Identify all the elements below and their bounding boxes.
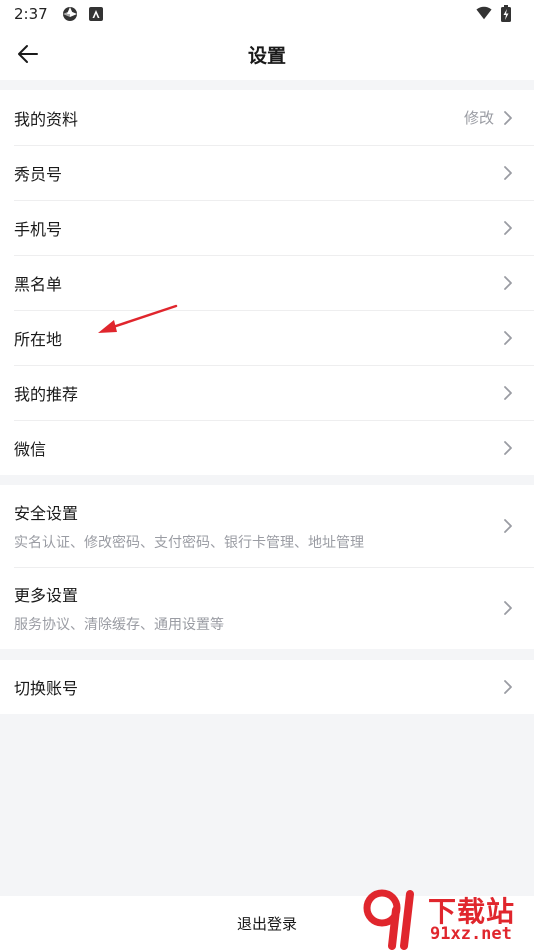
menu-item-label: 手机号: [14, 219, 63, 239]
menu-item-my-profile[interactable]: 我的资料 修改: [0, 90, 534, 145]
menu-item-label: 我的推荐: [14, 384, 79, 404]
status-time: 2:37: [14, 5, 48, 23]
arrow-left-icon: [18, 45, 38, 63]
menu-item-member-id[interactable]: 秀员号: [0, 145, 534, 200]
menu-item-description: 服务协议、清除缓存、通用设置等: [14, 617, 224, 633]
menu-item-my-referrals[interactable]: 我的推荐: [0, 365, 534, 420]
chevron-right-icon: [504, 275, 512, 290]
edit-hint: 修改: [463, 109, 494, 127]
watermark-domain: 91xz.net: [430, 924, 512, 944]
menu-item-wechat[interactable]: 微信: [0, 420, 534, 475]
chevron-right-icon: [504, 165, 512, 180]
chevron-right-icon: [504, 220, 512, 235]
menu-item-location[interactable]: 所在地: [0, 310, 534, 365]
menu-item-phone[interactable]: 手机号: [0, 200, 534, 255]
aperture-icon: [62, 6, 78, 22]
chevron-right-icon: [504, 680, 512, 694]
menu-item-description: 实名认证、修改密码、支付密码、银行卡管理、地址管理: [14, 535, 364, 551]
chevron-right-icon: [504, 519, 512, 533]
chevron-right-icon: [504, 330, 512, 345]
watermark: 下载站 91xz.net: [360, 888, 534, 950]
menu-item-label: 秀员号: [14, 164, 63, 184]
menu-item-security-settings[interactable]: 安全设置 实名认证、修改密码、支付密码、银行卡管理、地址管理: [0, 485, 534, 567]
menu-item-label: 安全设置: [14, 504, 79, 523]
status-bar: 2:37: [0, 0, 534, 28]
chevron-right-icon: [504, 440, 512, 455]
profile-settings-group: 我的资料 修改 秀员号 手机号 黑名单 所在地 我的推荐 微信: [0, 90, 534, 475]
chevron-right-icon: [504, 110, 512, 125]
menu-item-label: 切换账号: [14, 679, 79, 698]
menu-item-blacklist[interactable]: 黑名单: [0, 255, 534, 310]
menu-item-label: 微信: [14, 439, 47, 459]
back-button[interactable]: [12, 40, 42, 68]
menu-item-switch-account[interactable]: 切换账号: [0, 660, 534, 714]
app-notification-icon: [88, 6, 104, 22]
menu-item-label: 黑名单: [14, 274, 63, 294]
advanced-settings-group: 安全设置 实名认证、修改密码、支付密码、银行卡管理、地址管理 更多设置 服务协议…: [0, 485, 534, 649]
menu-item-label: 所在地: [14, 329, 63, 349]
watermark-logo-icon: [363, 889, 414, 950]
chevron-right-icon: [504, 385, 512, 400]
account-group: 切换账号: [0, 660, 534, 714]
menu-item-more-settings[interactable]: 更多设置 服务协议、清除缓存、通用设置等: [0, 567, 534, 649]
page-title: 设置: [247, 44, 286, 67]
wifi-icon: [476, 5, 492, 21]
app-header: 设置: [0, 28, 534, 80]
menu-item-label: 我的资料: [14, 109, 79, 129]
logout-button[interactable]: 退出登录: [237, 913, 297, 934]
menu-item-label: 更多设置: [14, 586, 79, 605]
battery-charging-icon: [498, 4, 514, 22]
chevron-right-icon: [504, 601, 512, 615]
